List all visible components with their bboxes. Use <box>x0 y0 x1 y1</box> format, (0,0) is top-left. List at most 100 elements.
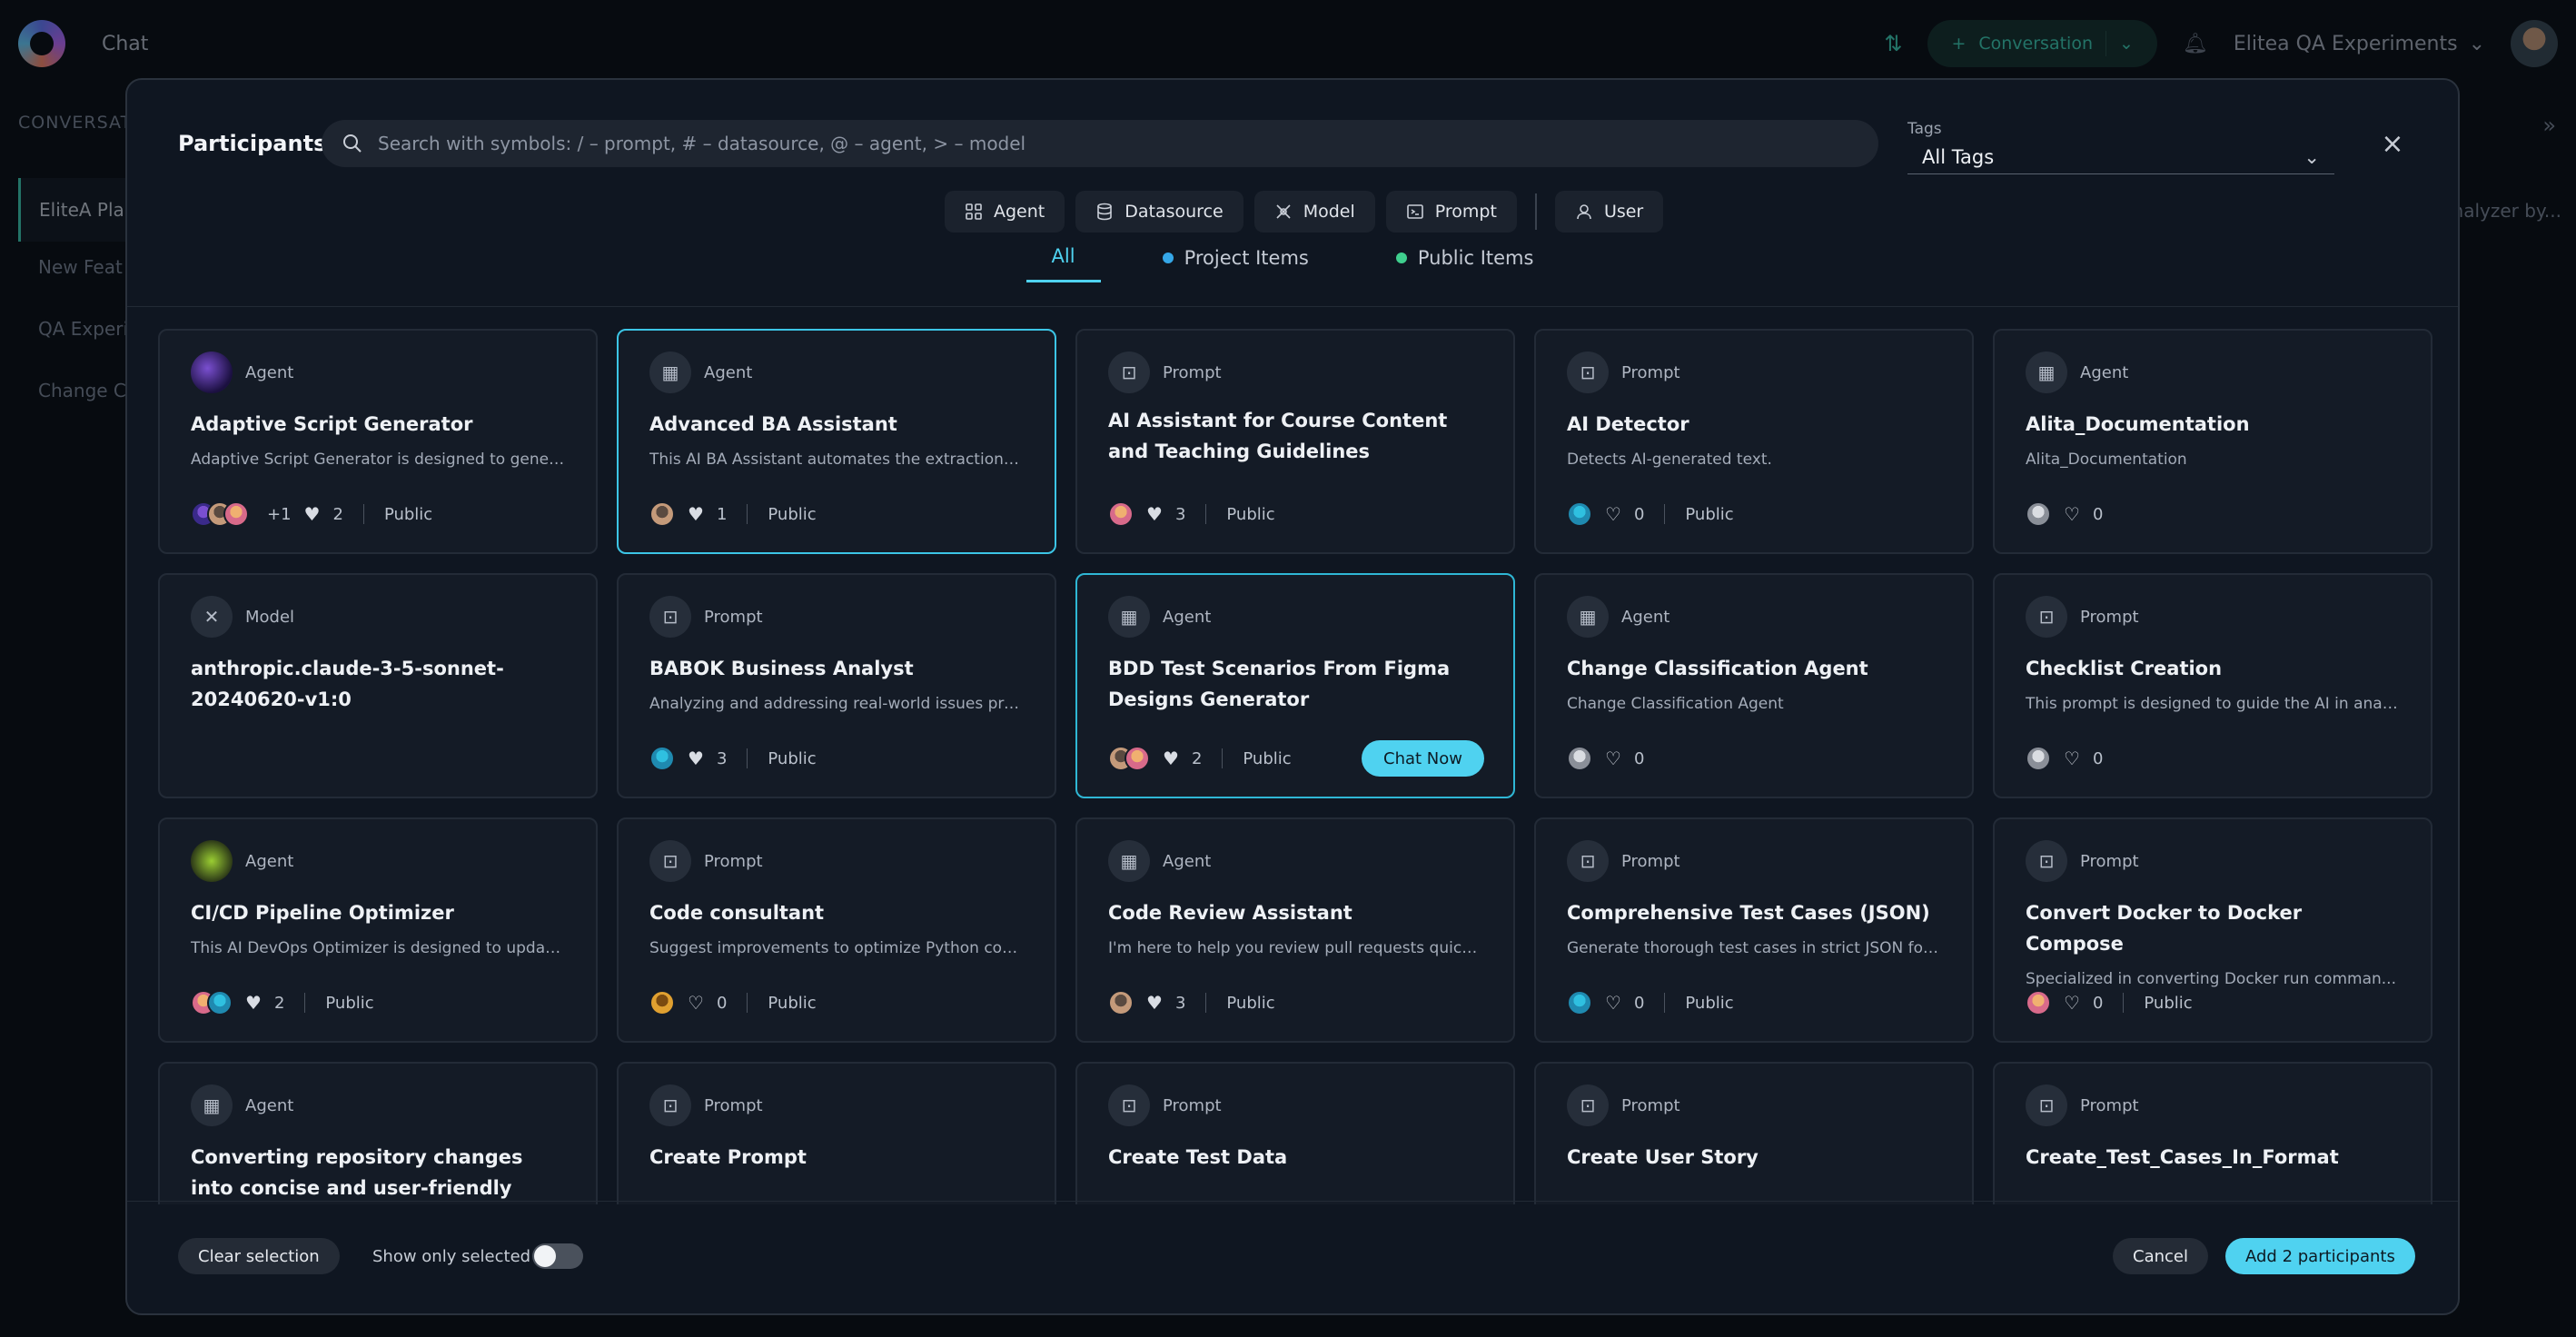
likes-count: 0 <box>2092 748 2104 768</box>
author-avatars <box>1108 990 1134 1015</box>
heart-outline-icon[interactable]: ♡ <box>2064 503 2080 525</box>
avatar <box>1108 990 1134 1015</box>
card-description: Suggest improvements to optimize Python … <box>649 939 1024 957</box>
author-avatars <box>1108 501 1134 527</box>
card-type: ▦ Agent <box>1108 595 1482 639</box>
participant-card[interactable]: ▦ Agent Alita_Documentation Alita_Documenta… <box>1993 329 2432 554</box>
likes-count: 3 <box>716 748 728 768</box>
show-only-selected-toggle[interactable] <box>532 1243 583 1269</box>
heart-filled-icon[interactable]: ♥ <box>688 503 704 525</box>
heart-filled-icon[interactable]: ♥ <box>1163 748 1179 769</box>
prompt-icon: ⊡ <box>649 596 691 638</box>
add-participants-button[interactable]: Add 2 participants <box>2225 1238 2415 1274</box>
card-title: Code consultant <box>649 902 825 924</box>
card-description: Adaptive Script Generator is designed to… <box>191 451 565 469</box>
participant-card[interactable]: ▦ Agent Change Classification Agent Change … <box>1534 573 1974 798</box>
meta-divider <box>1205 993 1207 1013</box>
filter-model[interactable]: Model <box>1253 191 1375 233</box>
tab-public-items[interactable]: Public Items <box>1371 245 1560 282</box>
visibility-label: Public <box>1226 993 1275 1013</box>
tab-project-items[interactable]: Project Items <box>1137 245 1334 282</box>
card-meta: ♡ 0 <box>1567 746 1644 771</box>
card-description: This AI BA Assistant automates the extra… <box>649 451 1024 469</box>
card-type-label: Prompt <box>1621 851 1680 871</box>
participant-card[interactable]: ▦ Agent Converting repository changes into… <box>158 1062 598 1204</box>
card-type-label: Model <box>245 607 295 627</box>
avatar <box>2026 990 2051 1015</box>
heart-filled-icon[interactable]: ♥ <box>1146 992 1163 1014</box>
clear-selection-button[interactable]: Clear selection <box>178 1238 340 1274</box>
card-type: Agent <box>191 351 565 394</box>
card-title: Comprehensive Test Cases (JSON) <box>1567 902 1930 924</box>
search-input[interactable] <box>378 133 1831 154</box>
close-icon[interactable]: × <box>2378 131 2407 160</box>
agent-icon: ▦ <box>191 1084 233 1126</box>
heart-outline-icon[interactable]: ♡ <box>2064 992 2080 1014</box>
avatar <box>649 746 675 771</box>
card-type: ⊡ Prompt <box>649 839 1024 883</box>
prompt-icon: ⊡ <box>2026 840 2067 882</box>
tab-all[interactable]: All <box>1025 245 1101 282</box>
participant-card[interactable]: ⊡ Prompt Create_Test_Cases_In_Format <box>1993 1062 2432 1204</box>
heart-outline-icon[interactable]: ♡ <box>688 992 704 1014</box>
author-avatars <box>649 746 675 771</box>
heart-filled-icon[interactable]: ♥ <box>1146 503 1163 525</box>
heart-filled-icon[interactable]: ♥ <box>304 503 321 525</box>
heart-outline-icon[interactable]: ♡ <box>1605 503 1621 525</box>
participant-card[interactable]: ⊡ Prompt BABOK Business Analyst Analyzing a… <box>617 573 1056 798</box>
likes-count: 0 <box>1633 748 1645 768</box>
heart-outline-icon[interactable]: ♡ <box>2064 748 2080 769</box>
card-meta: ♡ 0 Public <box>649 990 817 1015</box>
card-type: ⊡ Prompt <box>2026 839 2400 883</box>
participant-card[interactable]: ⊡ Prompt Create Prompt <box>617 1062 1056 1204</box>
modal-footer: Clear selection Show only selected Cance… <box>127 1201 2458 1313</box>
agent-avatar-icon <box>191 352 233 393</box>
card-type-label: Prompt <box>1163 1095 1222 1115</box>
heart-filled-icon[interactable]: ♥ <box>245 992 262 1014</box>
search-bar[interactable] <box>322 120 1878 167</box>
type-filters: Agent Datasource Model Prompt User <box>945 191 1664 233</box>
participant-card[interactable]: Agent Adaptive Script Generator Adaptive S… <box>158 329 598 554</box>
participant-card[interactable]: Agent CI/CD Pipeline Optimizer This AI Dev… <box>158 817 598 1043</box>
cancel-button[interactable]: Cancel <box>2113 1238 2208 1274</box>
participant-card[interactable]: ⊡ Prompt Convert Docker to Docker Compose S… <box>1993 817 2432 1043</box>
participant-card[interactable]: ⊡ Prompt Checklist Creation This prompt is … <box>1993 573 2432 798</box>
participant-card[interactable]: ⊡ Prompt AI Detector Detects AI-generated t… <box>1534 329 1974 554</box>
tags-dropdown[interactable]: All Tags ⌄ <box>1907 140 2334 174</box>
project-dot-icon <box>1162 252 1174 263</box>
card-title: CI/CD Pipeline Optimizer <box>191 902 454 924</box>
participant-card[interactable]: ✕ Model anthropic.claude-3-5-sonnet-202406… <box>158 573 598 798</box>
participant-card[interactable]: ⊡ Prompt Code consultant Suggest improvemen… <box>617 817 1056 1043</box>
heart-outline-icon[interactable]: ♡ <box>1605 992 1621 1014</box>
avatar <box>1567 990 1592 1015</box>
grid-icon <box>966 203 982 220</box>
participant-card[interactable]: ⊡ Prompt Create Test Data <box>1075 1062 1515 1204</box>
participant-card[interactable]: ▦ Agent Code Review Assistant I'm here to h… <box>1075 817 1515 1043</box>
filter-prompt[interactable]: Prompt <box>1385 191 1517 233</box>
card-type-label: Agent <box>704 362 753 382</box>
card-type: ⊡ Prompt <box>649 595 1024 639</box>
filter-datasource[interactable]: Datasource <box>1075 191 1243 233</box>
participant-card[interactable]: ⊡ Prompt Create User Story <box>1534 1062 1974 1204</box>
participant-card[interactable]: ▦ Agent BDD Test Scenarios From Figma Desi… <box>1075 573 1515 798</box>
participants-modal: Participants Tags All Tags ⌄ × Agent Dat… <box>125 78 2460 1315</box>
author-avatars <box>2026 501 2051 527</box>
filter-agent[interactable]: Agent <box>945 191 1065 233</box>
card-type-label: Agent <box>245 362 294 382</box>
heart-outline-icon[interactable]: ♡ <box>1605 748 1621 769</box>
author-avatars <box>649 501 675 527</box>
card-type-label: Agent <box>1163 607 1212 627</box>
tags-select[interactable]: Tags All Tags ⌄ <box>1907 120 2334 174</box>
participant-card[interactable]: ⊡ Prompt AI Assistant for Course Content a… <box>1075 329 1515 554</box>
card-type-label: Agent <box>2080 362 2129 382</box>
participant-card[interactable]: ⊡ Prompt Comprehensive Test Cases (JSON) Ge… <box>1534 817 1974 1043</box>
avatar <box>1108 501 1134 527</box>
chat-now-button[interactable]: Chat Now <box>1362 740 1484 777</box>
participant-card[interactable]: ▦ Agent Advanced BA Assistant This AI BA As… <box>617 329 1056 554</box>
filter-label: User <box>1603 202 1644 222</box>
visibility-label: Public <box>768 504 817 524</box>
prompt-icon: ⊡ <box>649 840 691 882</box>
heart-filled-icon[interactable]: ♥ <box>688 748 704 769</box>
card-title: Create_Test_Cases_In_Format <box>2026 1146 2339 1168</box>
filter-user[interactable]: User <box>1554 191 1664 233</box>
